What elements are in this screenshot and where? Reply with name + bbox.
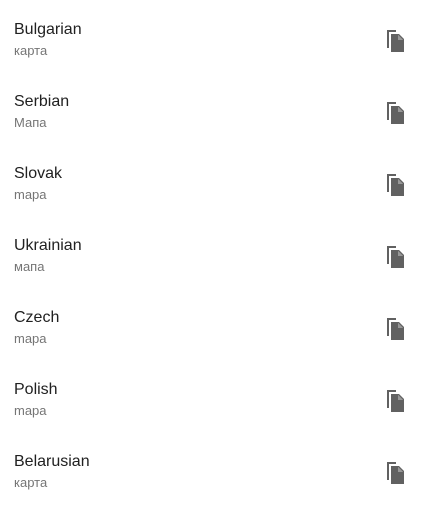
translated-word: Мапа: [14, 115, 47, 130]
language-name: Bulgarian: [14, 21, 82, 38]
copy-icon: [383, 317, 407, 341]
translated-word: mapa: [14, 187, 47, 202]
copy-button[interactable]: [380, 386, 410, 416]
list-item: Ukrainian мапа: [0, 216, 427, 288]
translated-word: карта: [14, 475, 48, 490]
list-item: Polish mapa: [0, 360, 427, 432]
language-name: Czech: [14, 309, 60, 326]
list-item: Slovak mapa: [0, 144, 427, 216]
language-name: Polish: [14, 381, 58, 398]
copy-button[interactable]: [380, 314, 410, 344]
translated-word: mapa: [14, 403, 47, 418]
translated-word: карта: [14, 43, 48, 58]
language-name: Slovak: [14, 165, 63, 182]
list-item: Belarusian карта: [0, 432, 427, 504]
list-item: Czech mapa: [0, 288, 427, 360]
copy-icon: [383, 29, 407, 53]
copy-icon: [383, 245, 407, 269]
language-name: Ukrainian: [14, 237, 82, 254]
language-name: Serbian: [14, 93, 70, 110]
copy-button[interactable]: [380, 98, 410, 128]
list-item: Serbian Мапа: [0, 72, 427, 144]
copy-icon: [383, 101, 407, 125]
copy-button[interactable]: [380, 242, 410, 272]
copy-icon: [383, 461, 407, 485]
translated-word: мапа: [14, 259, 45, 274]
copy-button[interactable]: [380, 26, 410, 56]
translation-list: Bulgarian карта Serbian Мапа Slovak mapa…: [0, 0, 427, 514]
copy-icon: [383, 389, 407, 413]
translated-word: mapa: [14, 331, 47, 346]
copy-button[interactable]: [380, 458, 410, 488]
copy-icon: [383, 173, 407, 197]
copy-button[interactable]: [380, 170, 410, 200]
language-name: Belarusian: [14, 453, 90, 470]
list-item: Bulgarian карта: [0, 0, 427, 72]
